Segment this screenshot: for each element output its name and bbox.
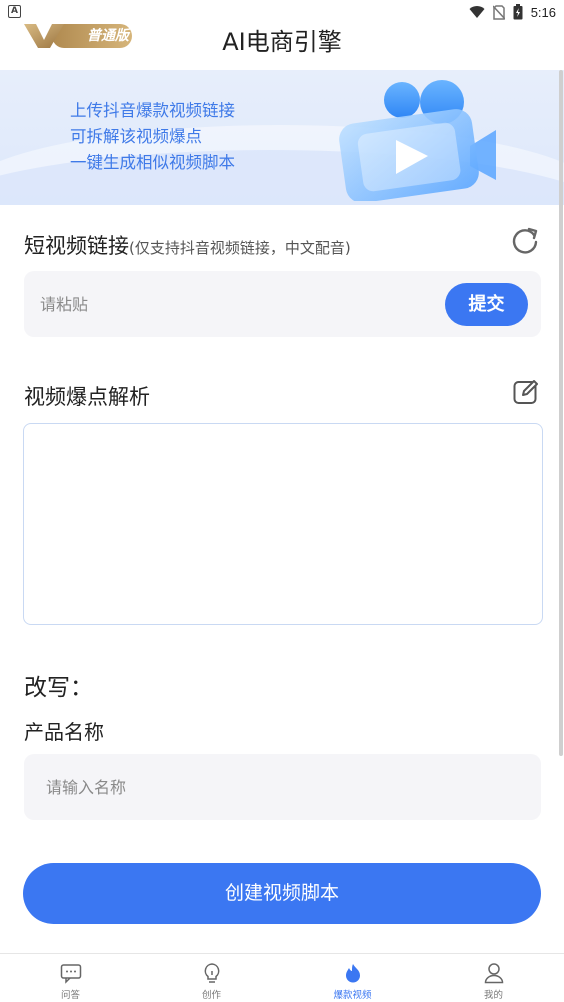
banner-line: 可拆解该视频爆点 <box>70 127 202 146</box>
nav-item-create[interactable]: 创作 <box>141 954 282 1002</box>
nav-label: 我的 <box>483 990 503 1001</box>
nav-item-qa[interactable]: 问答 <box>0 954 141 1002</box>
analysis-textarea[interactable] <box>24 424 542 624</box>
product-name-input[interactable] <box>46 754 516 820</box>
link-title-text: 短视频链接 <box>24 234 129 258</box>
banner-line: 一键生成相似视频脚本 <box>70 153 235 172</box>
bulb-icon <box>204 963 219 983</box>
banner-text: 上传抖音爆款视频链接 可拆解该视频爆点 一键生成相似视频脚本 <box>70 98 235 176</box>
nav-label: 爆款视频 <box>333 990 372 1001</box>
user-icon <box>484 963 503 984</box>
refresh-icon[interactable] <box>510 226 540 256</box>
link-section-title: 短视频链接(仅支持抖音视频链接，中文配音) <box>24 230 351 260</box>
create-script-button[interactable]: 创建视频脚本 <box>23 863 541 924</box>
promo-banner: 上传抖音爆款视频链接 可拆解该视频爆点 一键生成相似视频脚本 <box>0 70 564 205</box>
submit-button[interactable]: 提交 <box>445 283 528 326</box>
edit-icon[interactable] <box>512 378 540 406</box>
page-title: AI电商引擎 <box>222 28 342 56</box>
chat-icon <box>60 964 81 984</box>
rewrite-title: 改写： <box>24 675 93 701</box>
link-input-box: 提交 <box>24 271 541 337</box>
link-hint: (仅支持抖音视频链接，中文配音) <box>129 239 351 257</box>
nav-label: 问答 <box>60 990 80 1001</box>
nav-item-mine[interactable]: 我的 <box>423 954 564 1002</box>
analysis-section-title: 视频爆点解析 <box>24 385 150 409</box>
hot-video-icon <box>345 964 360 983</box>
banner-line: 上传抖音爆款视频链接 <box>70 101 235 120</box>
nav-item-hot-video[interactable]: 爆款视频 <box>282 954 423 1002</box>
product-name-label: 产品名称 <box>24 720 104 744</box>
video-camera-illustration-icon <box>339 80 496 201</box>
analysis-box <box>23 423 543 625</box>
video-link-input[interactable] <box>40 271 440 337</box>
nav-label: 创作 <box>201 990 221 1001</box>
product-name-box <box>24 754 541 820</box>
bottom-nav: 问答 创作 爆款视频 我的 <box>0 953 564 1002</box>
scrollbar[interactable] <box>559 70 563 756</box>
app-header: 普通版 AI电商引擎 <box>0 14 564 70</box>
